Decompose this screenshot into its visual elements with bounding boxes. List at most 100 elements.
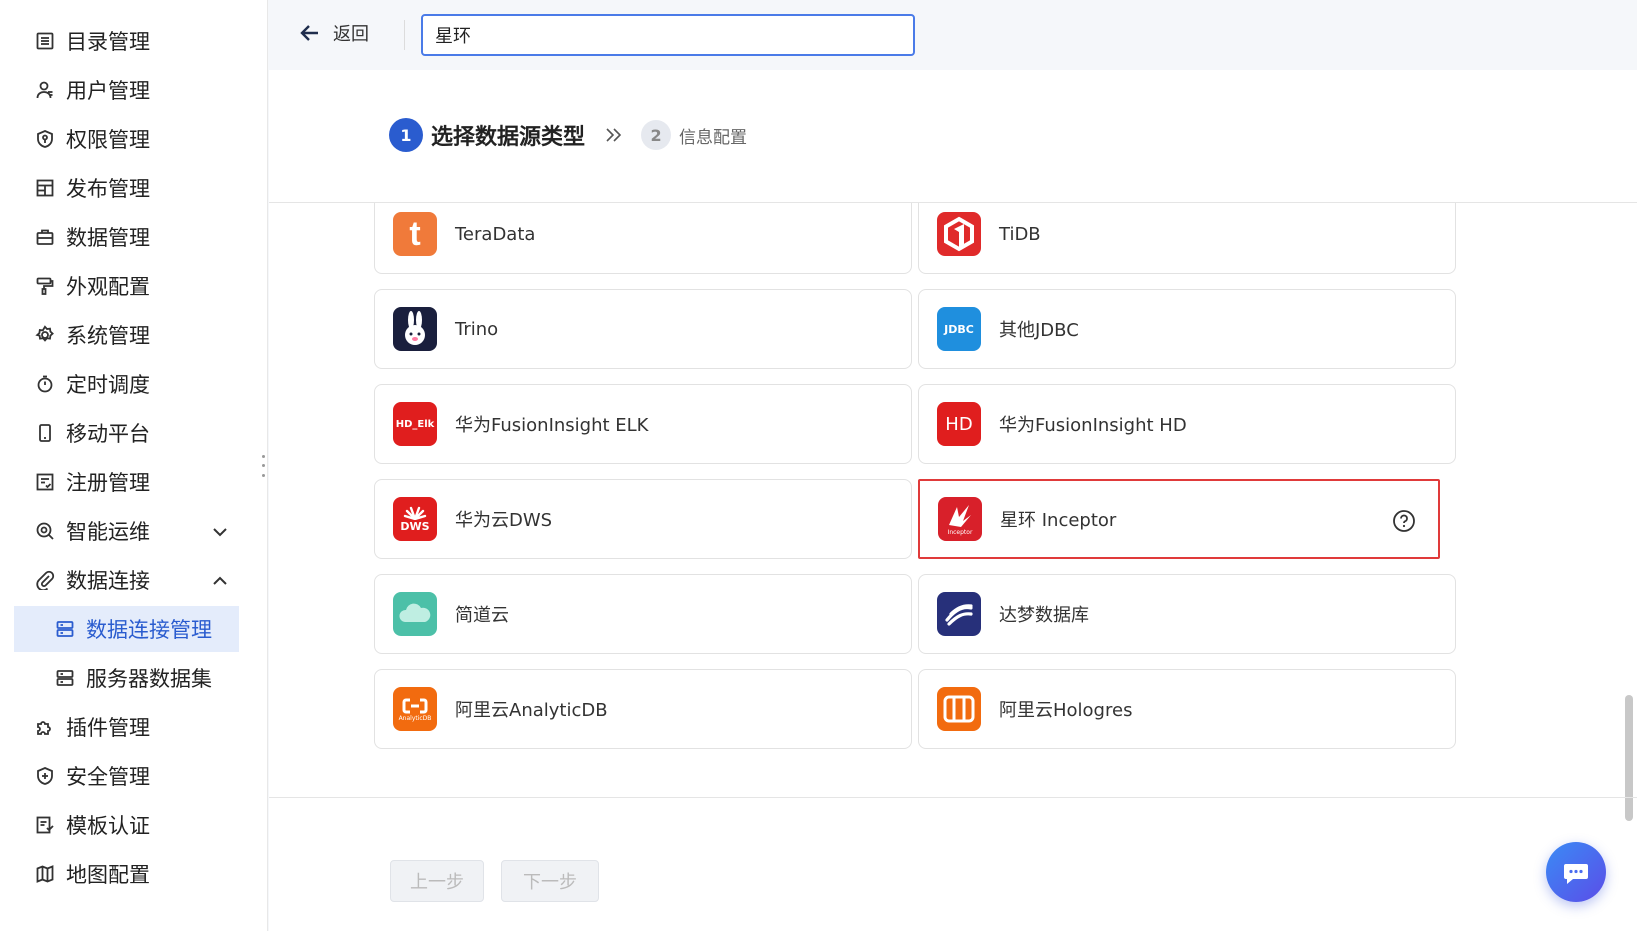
- datasource-card-trino[interactable]: Trino: [374, 289, 912, 369]
- datasource-name: 星环 Inceptor: [1000, 510, 1117, 531]
- sidebar-item-label: 目录管理: [66, 30, 150, 54]
- datasource-card-fusioninsight-elk[interactable]: HD_Elk 华为FusionInsight ELK: [374, 384, 912, 464]
- sidebar-item-publish[interactable]: 发布管理: [14, 165, 239, 211]
- sidebar-item-label: 智能运维: [66, 520, 150, 544]
- paint-roller-icon: [34, 275, 56, 297]
- back-button[interactable]: 返回: [299, 20, 369, 46]
- huawei-dws-logo-icon: DWS: [393, 497, 437, 541]
- register-icon: [34, 471, 56, 493]
- datasource-card-dameng[interactable]: 达梦数据库: [918, 574, 1456, 654]
- step-1-number: 1: [389, 118, 423, 152]
- sidebar-item-label: 权限管理: [66, 128, 150, 152]
- paperclip-icon: [34, 569, 56, 591]
- sidebar-item-appearance[interactable]: 外观配置: [14, 263, 239, 309]
- datasource-card-hologres[interactable]: 阿里云Hologres: [918, 669, 1456, 749]
- scrollbar[interactable]: [1625, 695, 1633, 821]
- sidebar-item-label: 安全管理: [66, 765, 150, 789]
- jiandaoyun-cloud-logo-icon: [393, 592, 437, 636]
- sidebar-item-data[interactable]: 数据管理: [14, 214, 239, 260]
- sidebar-item-label: 服务器数据集: [86, 667, 212, 691]
- analyticdb-logo-icon: AnalyticDB: [393, 687, 437, 731]
- sidebar-item-schedule[interactable]: 定时调度: [14, 361, 239, 407]
- tidb-logo-icon: [937, 212, 981, 256]
- dameng-logo-icon: [937, 592, 981, 636]
- datasource-name: 阿里云AnalyticDB: [455, 700, 608, 721]
- map-icon: [34, 863, 56, 885]
- sidebar-item-data-connection-manage[interactable]: 数据连接管理: [14, 606, 239, 652]
- datasource-card-analyticdb[interactable]: AnalyticDB 阿里云AnalyticDB: [374, 669, 912, 749]
- fusioninsight-elk-logo-icon: HD_Elk: [393, 402, 437, 446]
- back-label: 返回: [333, 24, 369, 45]
- inceptor-logo-icon: Inceptor: [938, 497, 982, 541]
- puzzle-icon: [34, 716, 56, 738]
- sidebar-item-register[interactable]: 注册管理: [14, 459, 239, 505]
- datasource-card-jdbc[interactable]: JDBC 其他JDBC: [918, 289, 1456, 369]
- chat-bubble-icon: [1564, 864, 1588, 884]
- step-1-label: 选择数据源类型: [431, 125, 586, 150]
- sidebar-item-label: 定时调度: [66, 373, 150, 397]
- datasource-name: 其他JDBC: [999, 320, 1079, 341]
- datasource-name: 简道云: [455, 605, 509, 626]
- ops-icon: [34, 520, 56, 542]
- chat-assistant-button[interactable]: [1546, 842, 1606, 902]
- topbar: 返回: [269, 0, 1637, 70]
- sidebar-item-users[interactable]: 用户管理: [14, 67, 239, 113]
- sidebar-item-mobile[interactable]: 移动平台: [14, 410, 239, 456]
- sidebar-item-label: 插件管理: [66, 716, 150, 740]
- teradata-logo-icon: t: [393, 212, 437, 256]
- prev-step-button[interactable]: 上一步: [390, 860, 484, 902]
- user-icon: [34, 79, 56, 101]
- sidebar-item-label: 移动平台: [66, 422, 150, 446]
- sidebar-item-label: 数据管理: [66, 226, 150, 250]
- help-circle-icon[interactable]: [1392, 509, 1416, 533]
- sidebar-item-system[interactable]: 系统管理: [14, 312, 239, 358]
- hologres-logo-icon: [937, 687, 981, 731]
- datasource-name: 阿里云Hologres: [999, 700, 1133, 721]
- certificate-icon: [34, 814, 56, 836]
- step-2-number: 2: [641, 120, 672, 150]
- double-chevron-right-icon: [603, 124, 625, 146]
- next-step-button[interactable]: 下一步: [501, 860, 599, 902]
- gear-icon: [34, 324, 56, 346]
- chevron-down-icon: [211, 522, 229, 540]
- analyticdb-logo-text: AnalyticDB: [398, 714, 432, 722]
- search-input[interactable]: [421, 14, 915, 56]
- datasource-name: Trino: [455, 318, 499, 340]
- server-dataset-icon: [54, 667, 76, 689]
- sidebar-item-catalog[interactable]: 目录管理: [14, 18, 239, 64]
- sidebar-item-permissions[interactable]: 权限管理: [14, 116, 239, 162]
- list-icon: [34, 30, 56, 52]
- datasource-card-inceptor[interactable]: Inceptor 星环 Inceptor: [918, 479, 1440, 559]
- sidebar: 目录管理 用户管理 权限管理 发布管理 数据管理 外观配置 系统管理 定时调度 …: [0, 0, 268, 931]
- sidebar-item-label: 数据连接: [66, 569, 150, 593]
- inceptor-logo-text: Inceptor: [947, 528, 973, 536]
- datasource-card-teradata[interactable]: t TeraData: [374, 203, 912, 274]
- sidebar-item-plugins[interactable]: 插件管理: [14, 704, 239, 750]
- jdbc-logo-icon: JDBC: [937, 307, 981, 351]
- datasource-card-fusioninsight-hd[interactable]: HD 华为FusionInsight HD: [918, 384, 1456, 464]
- sidebar-item-template-auth[interactable]: 模板认证: [14, 802, 239, 848]
- datasource-card-jiandaoyun[interactable]: 简道云: [374, 574, 912, 654]
- main-panel: 1 选择数据源类型 2 信息配置 t TeraData TiDB Trino J…: [269, 70, 1637, 931]
- datasource-name: 华为云DWS: [455, 510, 553, 531]
- sidebar-item-label: 用户管理: [66, 79, 150, 103]
- sidebar-item-map[interactable]: 地图配置: [14, 851, 239, 897]
- sidebar-item-server-dataset[interactable]: 服务器数据集: [14, 655, 239, 701]
- datasource-name: 华为FusionInsight HD: [999, 415, 1187, 436]
- dws-logo-text: DWS: [400, 519, 430, 533]
- datasource-name: 华为FusionInsight ELK: [455, 415, 649, 436]
- datasource-card-tidb[interactable]: TiDB: [918, 203, 1456, 274]
- shield-key-icon: [34, 128, 56, 150]
- sidebar-item-label: 数据连接管理: [86, 618, 212, 642]
- stopwatch-icon: [34, 373, 56, 395]
- datasource-name: 达梦数据库: [999, 605, 1089, 626]
- sidebar-item-data-connection[interactable]: 数据连接: [14, 557, 239, 603]
- server-icon: [54, 618, 76, 640]
- sidebar-item-security[interactable]: 安全管理: [14, 753, 239, 799]
- datasource-name: TeraData: [455, 223, 536, 245]
- datasource-card-huawei-dws[interactable]: DWS 华为云DWS: [374, 479, 912, 559]
- datasource-name: TiDB: [999, 223, 1041, 245]
- sidebar-item-ops[interactable]: 智能运维: [14, 508, 239, 554]
- trino-bunny-logo-icon: [393, 307, 437, 351]
- step-2-label: 信息配置: [679, 127, 748, 148]
